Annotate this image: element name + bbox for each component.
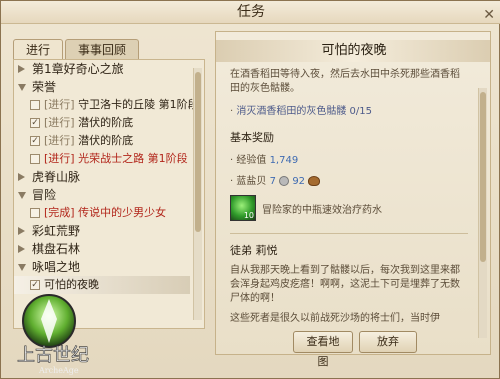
quest-category[interactable]: 冒险 [14,186,190,204]
close-icon[interactable]: ✕ [483,4,495,26]
quest-name: 光荣战士之路 第1阶段 [78,152,188,165]
quest-detail-title: 可怕的夜晚 [216,40,490,62]
quest-item[interactable]: [进行] 守卫洛卡的丘陵 第1阶段 [14,96,199,114]
silver-coin-icon [279,176,290,186]
shell-icon [308,176,321,186]
npc-dialog-2: 这些死者是很久以前战死沙场的将士们，当时伊 [230,313,440,324]
quest-item[interactable]: ✓ [进行] 潜伏的阶底 [14,114,190,132]
archeage-logo: 上古世纪 ArcheAge [17,294,89,375]
triangle-right-icon[interactable] [18,245,25,253]
quest-item[interactable]: ✓ [进行] 潜伏的阶底 [14,132,190,150]
quest-category[interactable]: 荣誉 [14,78,190,96]
quest-name: 可怕的夜晚 [44,278,99,291]
quest-label: [进行] 潜伏的阶底 [44,114,133,132]
shell-value-1: 7 [269,176,276,187]
scroll-thumb[interactable] [195,72,201,232]
quest-list-panel: 第1章好奇心之旅 荣誉 [进行] 守卫洛卡的丘陵 第1阶段 ✓ [进行] 潜伏的阶底 ✓ [… [13,59,205,329]
window-titlebar: 任务 ✕ [1,1,500,24]
item-name: 冒险家的中瓶速效治疗药水 [262,204,382,216]
triangle-down-icon[interactable] [18,192,26,199]
exp-label: 经验值 [236,155,267,166]
tab-in-progress[interactable]: 进行 [13,39,64,60]
category-label: 咏唱之地 [32,260,81,274]
window-title: 任务 [237,4,265,20]
category-label: 彩虹荒野 [32,224,81,238]
triangle-right-icon[interactable] [18,227,25,235]
quest-status: [完成] [44,206,75,219]
quest-window: 任务 ✕ 进行 事事回顾 第1章好奇心之旅 荣誉 [进行] 守卫洛卡的丘陵 第1阶段… [0,0,500,379]
quest-status: [进行] [44,134,75,147]
tab-review[interactable]: 事事回顾 [65,39,140,60]
quest-status: [进行] [44,116,75,129]
quest-name: 守卫洛卡的丘陵 第1阶段 [78,98,199,111]
quest-name: 潜伏的阶底 [78,134,134,147]
shell-value-2: 92 [292,176,306,187]
quest-status: [进行] [44,98,75,111]
quest-checkbox[interactable]: ✓ [30,136,40,146]
npc-dialog-1: 自从我那天晚上看到了骷髅以后，每次我到这里来都会浑身起鸡皮疙瘩！啊啊，这泥土下可… [230,265,460,304]
exp-value: 1,749 [269,155,299,166]
quest-item[interactable]: [进行] 光荣战士之路 第1阶段 [14,150,190,168]
quest-detail-content: 在酒香稻田等待入夜，然后去水田中杀死那些酒香稻田的灰色骷髅。 · 消灭酒香稻田的… [230,68,468,326]
quest-category[interactable]: 咏唱之地 [14,258,190,276]
reward-item[interactable]: 10 冒险家的中瓶速效治疗药水 [230,195,468,221]
quest-item[interactable]: [完成] 传说中的少男少女 [14,204,190,222]
detail-divider [230,233,468,234]
category-label: 荣誉 [32,80,57,94]
quest-category[interactable]: 第1章好奇心之旅 [14,60,190,78]
quest-checkbox[interactable] [30,100,40,110]
view-map-button[interactable]: 查看地图 [293,331,353,368]
quest-label: [完成] 传说中的少男少女 [44,204,166,222]
quest-name: 传说中的少男少女 [78,206,167,219]
quest-category[interactable]: 棋盘石林 [14,240,190,258]
quest-status: [进行] [44,152,75,165]
quest-description: 在酒香稻田等待入夜，然后去水田中杀死那些酒香稻田的灰色骷髅。 [230,69,460,94]
quest-category[interactable]: 虎脊山脉 [14,168,190,186]
reward-currency: · 蓝盐贝 7 92 [230,172,468,187]
reward-exp: · 经验值 1,749 [230,151,468,166]
item-count: 10 [243,211,254,220]
category-label: 虎脊山脉 [32,170,81,184]
quest-label: [进行] 守卫洛卡的丘陵 第1阶段 [44,96,199,114]
reward-bullet: · [230,155,234,166]
quest-label: [进行] 潜伏的阶底 [44,132,133,150]
quest-list-scrollbar[interactable] [193,68,202,320]
quest-checkbox[interactable]: ✓ [30,280,40,290]
reward-bullet: · [230,176,234,187]
svg-text:上古世纪: 上古世纪 [17,345,89,366]
quest-checkbox[interactable]: ✓ [30,118,40,128]
triangle-right-icon[interactable] [18,65,25,73]
shell-label: 蓝盐贝 [236,176,267,187]
quest-checkbox[interactable] [30,208,40,218]
reward-header: 基本奖励 [230,131,274,144]
category-label: 棋盘石林 [32,242,81,256]
quest-category[interactable]: 彩虹荒野 [14,222,190,240]
quest-name: 潜伏的阶底 [78,116,134,129]
category-label: 第1章好奇心之旅 [32,62,124,76]
quest-detail-panel: 可怕的夜晚 在酒香稻田等待入夜，然后去水田中杀死那些酒香稻田的灰色骷髅。 · 消… [215,31,491,355]
objective-text: 消灭酒香稻田的灰色骷髅 0/15 [236,106,373,117]
detail-scrollbar[interactable] [478,88,487,338]
quest-label: [进行] 光荣战士之路 第1阶段 [44,150,188,168]
category-label: 冒险 [32,188,57,202]
triangle-down-icon[interactable] [18,264,26,271]
npc-name: 徒弟 莉悦 [230,244,278,257]
potion-icon[interactable]: 10 [230,195,256,221]
svg-text:ArcheAge: ArcheAge [38,366,79,375]
quest-objective: · 消灭酒香稻田的灰色骷髅 0/15 [230,102,468,117]
quest-tree: 第1章好奇心之旅 荣誉 [进行] 守卫洛卡的丘陵 第1阶段 ✓ [进行] 潜伏的阶底 ✓ [… [14,60,199,294]
objective-bullet: · [230,106,234,117]
triangle-right-icon[interactable] [18,173,25,181]
quest-tabs: 进行 事事回顾 [13,39,140,60]
give-up-button[interactable]: 放弃 [359,331,417,353]
triangle-down-icon[interactable] [18,84,26,91]
scroll-thumb[interactable] [480,92,486,262]
quest-checkbox[interactable] [30,154,40,164]
